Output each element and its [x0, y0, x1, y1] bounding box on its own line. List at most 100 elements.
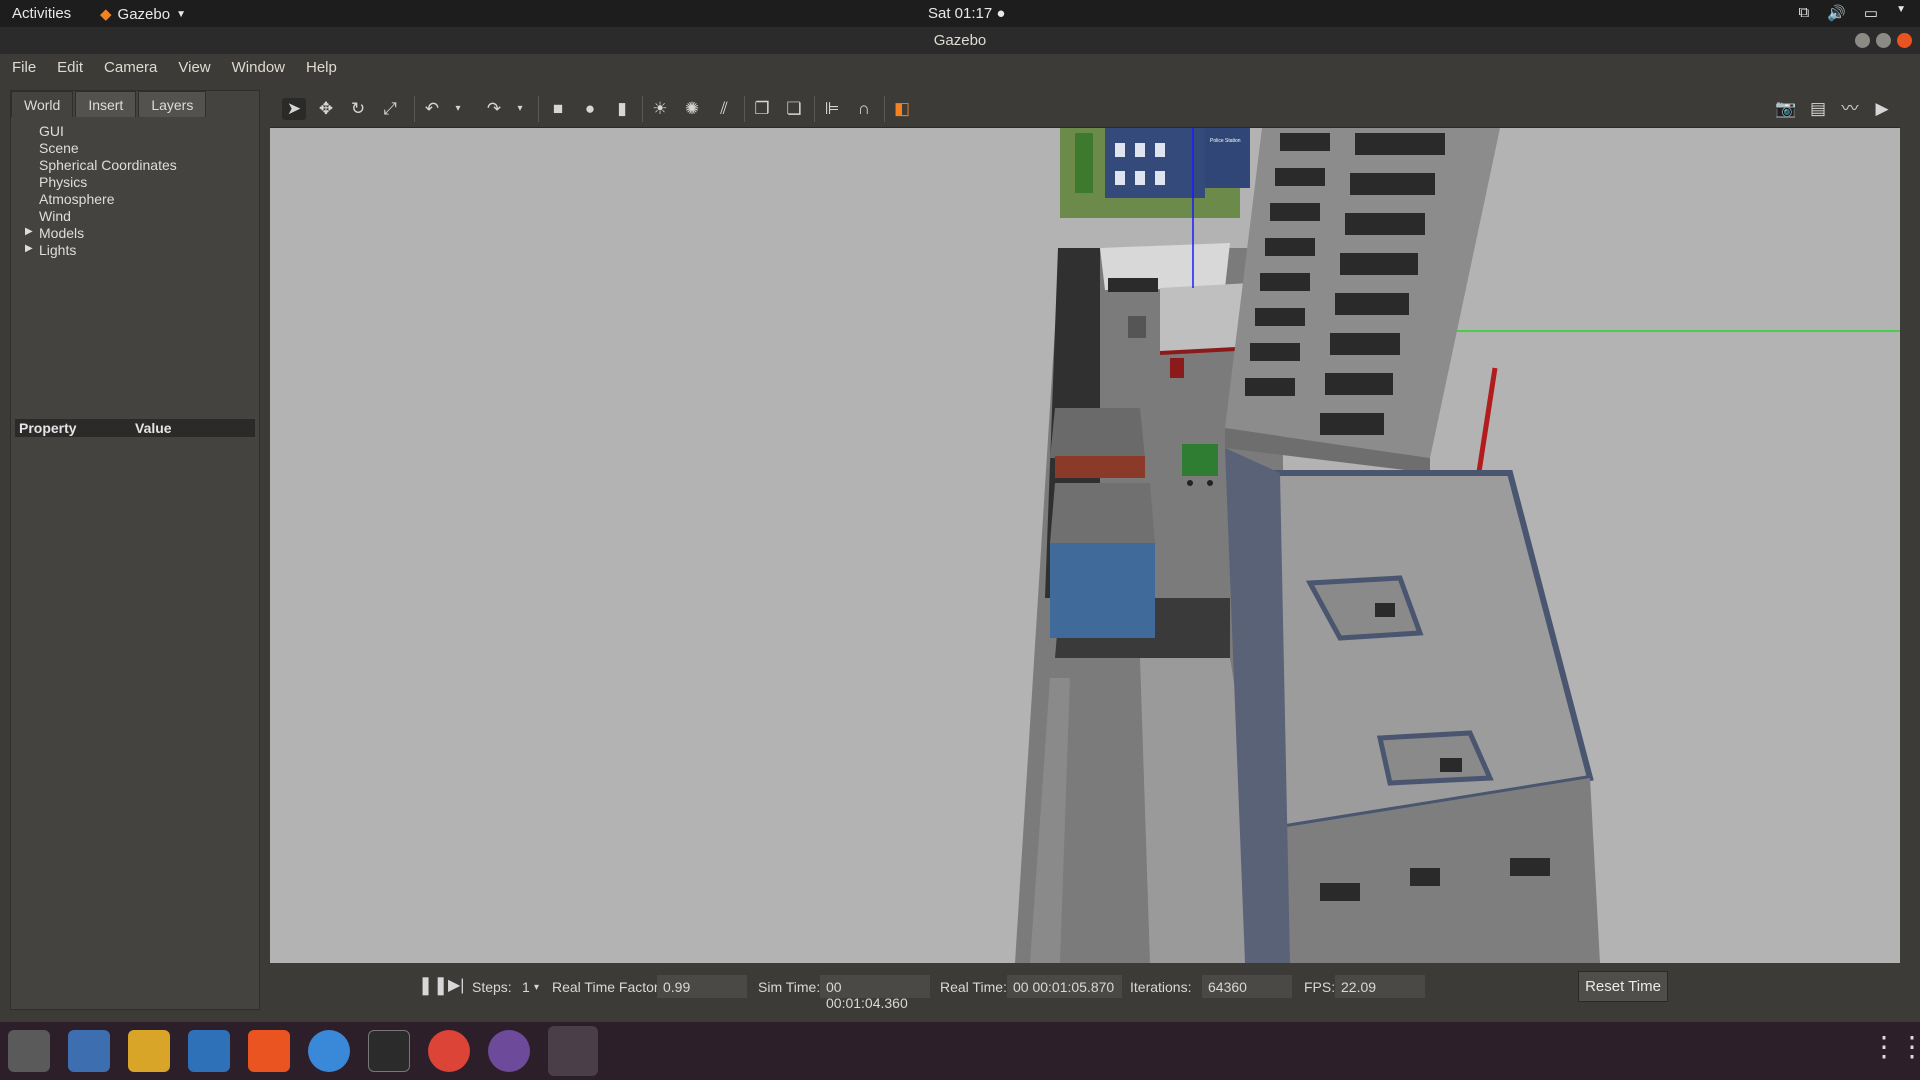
- police-sign: Police Station: [1210, 138, 1241, 144]
- screenshot-icon[interactable]: 📷: [1774, 98, 1798, 120]
- tree-item-gui[interactable]: GUI: [11, 123, 259, 140]
- property-table-header: Property Value: [15, 419, 255, 437]
- help-icon[interactable]: [308, 1030, 350, 1072]
- tree-item-spherical-coordinates[interactable]: Spherical Coordinates: [11, 157, 259, 174]
- gazebo-icon[interactable]: [548, 1026, 598, 1076]
- activities-button[interactable]: Activities: [12, 5, 71, 22]
- spot-light-icon[interactable]: ✺: [680, 98, 704, 120]
- system-top-bar: Activities ◆ Gazebo ▼ Sat 01:17 ● ⧉ 🔊 ▭ …: [0, 0, 1920, 27]
- pause-icon[interactable]: ❚❚: [418, 975, 448, 996]
- expand-arrow-icon[interactable]: ▶: [25, 243, 33, 254]
- tree-item-label: Scene: [39, 140, 79, 156]
- sim-time-field: 00 00:01:04.360: [820, 975, 930, 1011]
- align-icon[interactable]: ⊫: [820, 98, 844, 120]
- notification-dot-icon: ●: [996, 5, 1006, 22]
- point-light-icon[interactable]: ☀: [648, 98, 672, 120]
- menu-bar: File Edit Camera View Window Help: [0, 54, 1920, 82]
- software-icon[interactable]: [248, 1030, 290, 1072]
- reset-time-button[interactable]: Reset Time: [1578, 971, 1668, 1002]
- window-title-bar: Gazebo: [0, 27, 1920, 54]
- menu-edit[interactable]: Edit: [45, 54, 92, 82]
- tree-item-lights[interactable]: ▶ Lights: [11, 242, 259, 259]
- minimize-button[interactable]: [1855, 33, 1870, 48]
- left-panel: World Insert Layers GUI Scene Spherical …: [10, 90, 260, 1010]
- cylinder-icon[interactable]: ▮: [610, 98, 634, 120]
- tree-item-scene[interactable]: Scene: [11, 140, 259, 157]
- paste-icon[interactable]: ❏: [782, 98, 806, 120]
- box-icon[interactable]: ■: [546, 98, 570, 120]
- menu-camera[interactable]: Camera: [92, 54, 166, 82]
- files-icon[interactable]: [8, 1030, 50, 1072]
- github-icon[interactable]: [488, 1030, 530, 1072]
- tree-item-label: Wind: [39, 208, 71, 224]
- network-icon[interactable]: ⧉: [1799, 4, 1810, 22]
- tree-item-label: Atmosphere: [39, 191, 115, 207]
- chevron-down-icon[interactable]: ▾: [534, 982, 539, 993]
- value-header: Value: [135, 420, 172, 436]
- system-tray[interactable]: ⧉ 🔊 ▭ ▼: [1799, 4, 1907, 22]
- app-grid-icon[interactable]: ⋮⋮: [1870, 1030, 1920, 1072]
- close-button[interactable]: [1897, 33, 1912, 48]
- iterations-field: 64360: [1202, 975, 1292, 998]
- tree-item-atmosphere[interactable]: Atmosphere: [11, 191, 259, 208]
- rtf-label: Real Time Factor:: [552, 979, 663, 995]
- tree-item-wind[interactable]: Wind: [11, 208, 259, 225]
- tab-insert[interactable]: Insert: [75, 91, 137, 117]
- chevron-down-icon[interactable]: ▾: [508, 98, 532, 120]
- tree-item-physics[interactable]: Physics: [11, 174, 259, 191]
- chrome-icon[interactable]: [428, 1030, 470, 1072]
- menu-window[interactable]: Window: [220, 54, 294, 82]
- redo-icon[interactable]: ↷: [482, 98, 506, 120]
- expand-arrow-icon[interactable]: ▶: [25, 226, 33, 237]
- rotate-icon[interactable]: ↻: [346, 98, 370, 120]
- copy-icon[interactable]: ❐: [750, 98, 774, 120]
- terminal-icon[interactable]: [368, 1030, 410, 1072]
- real-time-label: Real Time:: [940, 979, 1007, 995]
- plot-icon[interactable]: 〰: [1838, 98, 1862, 120]
- menu-view[interactable]: View: [166, 54, 219, 82]
- clock-text: Sat 01:17: [928, 5, 993, 22]
- tree-item-label: Lights: [39, 242, 77, 258]
- sim-time-label: Sim Time:: [758, 979, 821, 995]
- snap-icon[interactable]: ∩: [852, 98, 876, 120]
- tab-world[interactable]: World: [11, 91, 74, 117]
- video-icon[interactable]: ▶: [1870, 98, 1894, 120]
- tree-item-label: Models: [39, 225, 85, 241]
- 3d-viewport[interactable]: Police Station: [270, 128, 1900, 963]
- steps-label: Steps:: [472, 979, 512, 995]
- step-icon[interactable]: ▶|: [448, 975, 464, 995]
- tree-item-models[interactable]: ▶ Models: [11, 225, 259, 242]
- translate-icon[interactable]: ✥: [314, 98, 338, 120]
- fps-label: FPS:: [1304, 979, 1336, 995]
- menu-help[interactable]: Help: [294, 54, 346, 82]
- rhythmbox-icon[interactable]: [128, 1030, 170, 1072]
- volume-icon[interactable]: 🔊: [1827, 4, 1846, 22]
- world-tree: GUI Scene Spherical Coordinates Physics …: [11, 123, 259, 259]
- log-icon[interactable]: ▤: [1806, 98, 1830, 120]
- gazebo-small-icon: ◆: [100, 6, 112, 23]
- rtf-field: 0.99: [657, 975, 747, 998]
- chevron-down-icon[interactable]: ▾: [446, 98, 470, 120]
- scale-icon[interactable]: ⤢: [378, 98, 402, 120]
- panel-tabs: World Insert Layers: [11, 91, 207, 117]
- simulation-status-bar: ❚❚ ▶| Steps: 1 ▾ Real Time Factor: 0.99 …: [270, 963, 1900, 1011]
- undo-icon[interactable]: ↶: [420, 98, 444, 120]
- battery-icon[interactable]: ▭: [1864, 4, 1878, 22]
- clock[interactable]: Sat 01:17 ●: [928, 5, 1005, 22]
- app-name: Gazebo: [117, 5, 171, 23]
- view-angle-icon[interactable]: ◧: [890, 98, 914, 120]
- app-menu[interactable]: ◆ Gazebo ▼: [100, 5, 186, 24]
- menu-file[interactable]: File: [0, 54, 45, 82]
- thunderbird-icon[interactable]: [68, 1030, 110, 1072]
- maximize-button[interactable]: [1876, 33, 1891, 48]
- select-arrow-icon[interactable]: ➤: [282, 98, 306, 120]
- tree-item-label: Physics: [39, 174, 88, 190]
- tab-layers[interactable]: Layers: [138, 91, 207, 117]
- sphere-icon[interactable]: ●: [578, 98, 602, 120]
- writer-icon[interactable]: [188, 1030, 230, 1072]
- dock: ⋮⋮: [0, 1022, 1920, 1080]
- fps-field: 22.09: [1335, 975, 1425, 998]
- chevron-down-icon[interactable]: ▼: [1896, 4, 1906, 22]
- directional-light-icon[interactable]: ⫽: [712, 98, 736, 120]
- steps-value[interactable]: 1: [522, 979, 530, 995]
